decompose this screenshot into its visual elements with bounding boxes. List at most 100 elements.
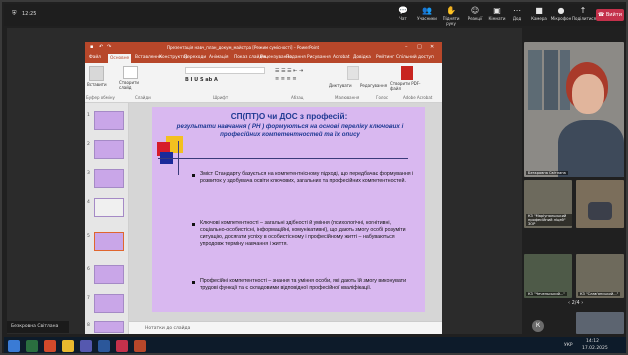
share-access-button[interactable]: Спільний доступ (396, 53, 434, 63)
new-slide-icon[interactable] (123, 66, 138, 79)
tab-acrobat[interactable]: Acrobat (333, 53, 350, 63)
window-title: Презентація навч_план_докум_майстра [Реж… (167, 45, 320, 50)
minimize-icon[interactable]: – (405, 42, 408, 53)
gallery-pager[interactable]: ‹ 2/4 › (568, 300, 583, 306)
tab-help[interactable]: Довідка (353, 53, 371, 63)
slide-notes[interactable]: Нотатки до слайда (129, 321, 442, 334)
video-tile[interactable] (576, 312, 624, 334)
bullet-marker (192, 223, 195, 226)
participants-button[interactable]: 👥 Учасники (416, 6, 438, 24)
more-button[interactable]: ⋯ Дод (506, 6, 528, 24)
teams-toolbar: ⛨ 12:25 💬 Чат 👥 Учасники ✋ Підняти руку ☺ Ре… (4, 4, 626, 26)
tab-insert[interactable]: Вставлення (135, 53, 162, 63)
slide-thumb[interactable] (94, 140, 124, 159)
tile-label: КЗ "Слав'янський..." (578, 292, 621, 296)
rooms-button[interactable]: ▣ Кімнати (486, 6, 508, 24)
thumb-number: 1 (87, 113, 90, 118)
tile-label: КЗ "Маріупольський професійний ліцей" ЗО… (526, 214, 572, 226)
slide-subtitle: результати навчання ( РН ) формуються на… (176, 123, 404, 138)
video-tile[interactable]: КЗ "Слав'янський..." (576, 254, 624, 298)
folder-icon[interactable] (62, 340, 74, 352)
slide-thumbnails: 1 2 3 4 5 6 7 8 (85, 103, 129, 334)
windows-taskbar: УКР 14:12 17.02.2025 (4, 337, 626, 353)
presenter-face (572, 74, 604, 114)
tab-rating[interactable]: Рейтинг (376, 53, 394, 63)
tab-file[interactable]: Файл (89, 53, 101, 63)
drawing-icon[interactable] (347, 66, 359, 80)
tab-draw[interactable]: Рисування (307, 53, 331, 63)
chat-button[interactable]: 💬 Чат (392, 6, 414, 24)
camera-icon: ■ (535, 6, 543, 15)
clock-time[interactable]: 14:12 (586, 339, 599, 344)
video-tile[interactable]: КЗ "Чечельський..." (524, 254, 572, 298)
more-icon: ⋯ (513, 6, 521, 15)
slide-thumb-selected[interactable] (94, 232, 124, 251)
leave-button[interactable]: ☎ Вийти (596, 9, 624, 21)
font-format-buttons[interactable]: B I U S ab A (185, 77, 265, 84)
reactions-button[interactable]: ☺ Реакції (464, 6, 486, 24)
group-drawing: Малювання (335, 95, 360, 100)
chat-icon: 💬 (398, 6, 408, 15)
maximize-icon[interactable]: □ (417, 42, 422, 53)
chrome-icon[interactable] (44, 340, 56, 352)
tab-transitions[interactable]: Переходи (184, 53, 206, 63)
avatar[interactable]: К (532, 320, 544, 332)
slide-thumb[interactable] (94, 169, 124, 188)
pdf-icon[interactable] (401, 66, 413, 80)
video-tile[interactable]: КЗ "Маріупольський професійний ліцей" ЗО… (524, 180, 572, 228)
edit-label: Редагування (360, 83, 388, 88)
group-slides: Слайди (135, 95, 151, 100)
word-icon[interactable] (98, 340, 110, 352)
tab-view[interactable]: Подання (286, 53, 306, 63)
slide-bullet-1: Зміст Стандарту базується на компетентні… (200, 171, 414, 184)
close-icon[interactable]: ✕ (430, 42, 434, 53)
shield-icon: ⛨ (12, 10, 17, 17)
start-icon[interactable] (8, 340, 20, 352)
group-font: Шрифт (213, 95, 229, 100)
paste-icon[interactable] (89, 66, 104, 81)
slide-thumb[interactable] (94, 321, 124, 333)
slide-thumb[interactable] (94, 265, 124, 284)
tab-animations[interactable]: Анімація (209, 53, 229, 63)
group-voice: Голос (376, 95, 389, 100)
decor-line (178, 141, 179, 175)
app-icon[interactable] (26, 340, 38, 352)
powerpoint-icon[interactable] (134, 340, 146, 352)
ppt-ribbon: Вставити Створити слайд B I U S ab A ☰ ☰… (85, 63, 442, 103)
bullet-marker (192, 174, 195, 177)
tile-label: Безкровна Світлана (526, 171, 568, 175)
redo-icon[interactable]: ↷ (107, 42, 111, 53)
group-clipboard: Буфер обміну (86, 95, 115, 100)
smile-icon: ☺ (470, 6, 480, 15)
raise-hand-button[interactable]: ✋ Підняти руку (440, 6, 462, 26)
ppt-menu-tabs: Файл Основне Вставлення Конструктор Пере… (85, 53, 442, 63)
language-indicator[interactable]: УКР (564, 343, 573, 348)
video-tile[interactable] (576, 180, 624, 228)
save-icon[interactable]: ▪ (90, 42, 93, 53)
thumb-number: 6 (87, 267, 90, 272)
font-name-select[interactable] (185, 67, 265, 74)
mic-button[interactable]: ● Мікрофон (550, 6, 572, 24)
chevron-right-icon: › (581, 300, 584, 306)
slide-thumb[interactable] (94, 294, 124, 313)
rooms-icon: ▣ (493, 6, 501, 15)
undo-icon[interactable]: ↶ (99, 42, 103, 53)
thumb-number: 7 (87, 296, 90, 301)
slide-thumb[interactable] (94, 198, 124, 217)
camera-button[interactable]: ■ Камера (528, 6, 550, 24)
app-icon[interactable] (116, 340, 128, 352)
tab-home[interactable]: Основне (108, 54, 132, 63)
share-icon: ↑ (579, 6, 587, 15)
presenter-name: Безкровна Світлана (7, 321, 69, 333)
slide-thumb[interactable] (94, 111, 124, 130)
teams-icon[interactable] (80, 340, 92, 352)
presenter-body (558, 120, 624, 177)
video-tile-main[interactable]: Безкровна Світлана (524, 42, 624, 177)
chevron-left-icon: ‹ (568, 300, 570, 306)
thumb-number: 4 (87, 200, 90, 205)
new-slide-label: Створити слайд (119, 80, 139, 90)
share-button[interactable]: ↑ Поділитися (572, 6, 596, 24)
thumb-number: 3 (87, 171, 90, 176)
clock-date[interactable]: 17.02.2025 (582, 346, 608, 351)
paragraph-buttons[interactable]: ☰ ☰ ☰ ⇤ ⇥ ≡ ≡ ≡ ≡ (275, 67, 335, 84)
